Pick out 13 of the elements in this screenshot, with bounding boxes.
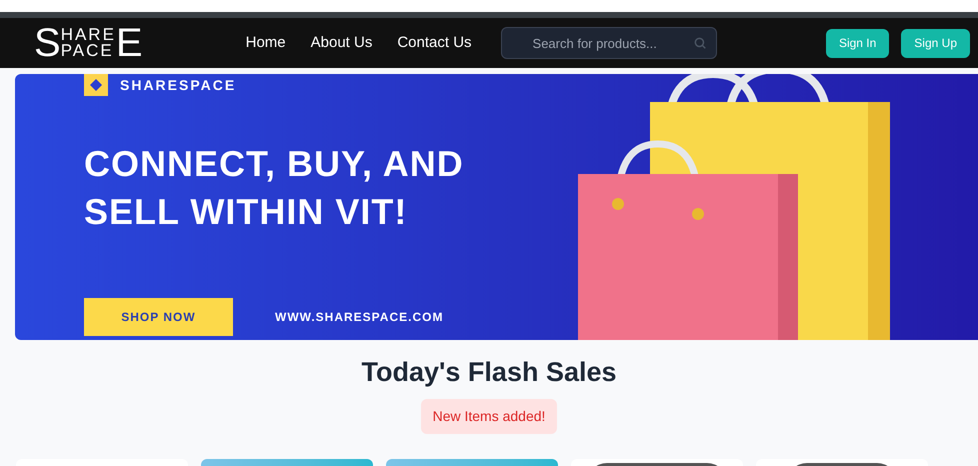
brand-name: SHARESPACE — [120, 76, 236, 94]
nav-link[interactable]: Contact Us — [397, 32, 472, 54]
banner-headline: CONNECT, BUY, AND — [84, 142, 464, 186]
nav-link[interactable]: Home — [246, 32, 286, 54]
notice-badge: New Items added! — [420, 398, 558, 434]
nav-link[interactable]: About Us — [310, 32, 372, 54]
section-title: Today's Flash Sales — [361, 356, 617, 389]
brand-logo-icon — [84, 74, 108, 96]
search-icon — [692, 36, 707, 50]
banner-headline: SELL WITHIN VIT! — [84, 190, 408, 234]
search-field[interactable]: Search for products... — [500, 27, 717, 59]
shop-now-button[interactable]: SHOP NOW — [84, 298, 233, 336]
website-url: WWW.SHARESPACE.COM — [275, 309, 444, 326]
